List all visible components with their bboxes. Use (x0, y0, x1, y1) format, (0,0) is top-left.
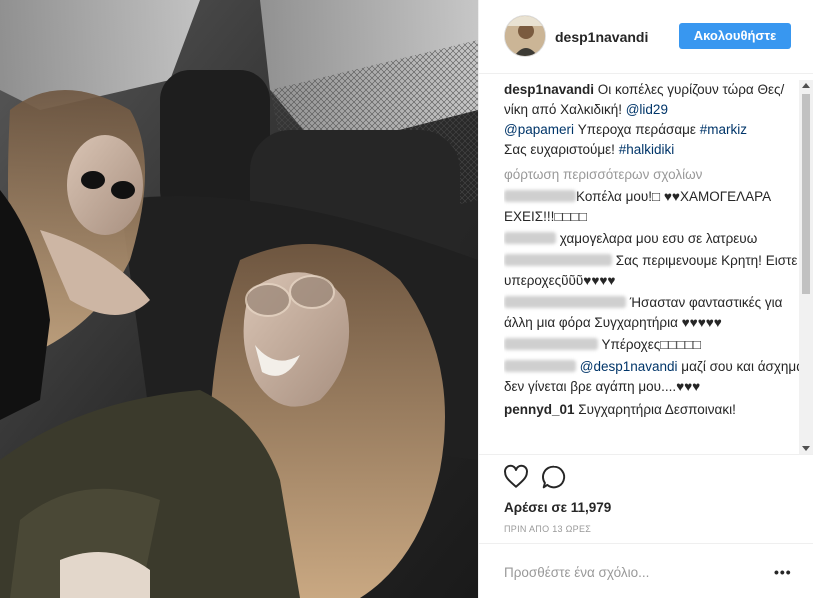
caption-username[interactable]: desp1navandi (504, 82, 594, 97)
comment-item: pennyd_01 Συγχαρητήρια Δεσποινακι! (504, 400, 804, 420)
mention-link[interactable]: @papameri (504, 122, 574, 137)
more-options-icon[interactable]: ••• (774, 563, 792, 581)
heart-icon[interactable] (503, 464, 529, 490)
comment-item: Σας περιμενουμε Κρητη! Ειστε υπεροχεςῦῦῦ… (504, 251, 804, 291)
blurred-username (504, 338, 598, 350)
blurred-username (504, 190, 576, 202)
scroll-up-arrow-icon[interactable] (802, 83, 810, 88)
comments-list[interactable]: desp1navandi Οι κοπέλες γυρίζουν τώρα Θε… (504, 80, 804, 454)
add-comment-input[interactable] (504, 557, 744, 587)
blurred-username (504, 296, 626, 308)
header-username[interactable]: desp1navandi (555, 29, 648, 45)
mention-link[interactable]: @lid29 (626, 102, 668, 117)
comment-item: Κοπέλα μου!□ ♥♥ΧΑΜΟΓΕΛΑΡΑ ΕΧΕΙΣ!!!□□□□ (504, 187, 804, 227)
comment-item: Ήσασταν φανταστικές για άλλη μια φόρα Συ… (504, 293, 804, 333)
post-photo[interactable] (0, 0, 478, 598)
blurred-username (504, 360, 576, 372)
comment-text: Υπέροχες□□□□□ (598, 337, 702, 352)
comment-item: @desp1navandi μαζί σου και άσχημα δεν γί… (504, 357, 804, 397)
blurred-username (504, 254, 612, 266)
comments-scrollbar[interactable] (799, 80, 813, 454)
likes-count[interactable]: Αρέσει σε 11,979 (504, 500, 611, 515)
scrollbar-thumb[interactable] (802, 94, 810, 294)
caption-text: Υπεροχα περάσαμε (574, 122, 700, 137)
comment-item: χαμογελαρα μου εσυ σε λατρευω (504, 229, 804, 249)
add-comment-section: ••• (479, 543, 813, 598)
comment-username[interactable]: pennyd_01 (504, 402, 575, 417)
blurred-username (504, 232, 556, 244)
mention-link[interactable]: @desp1navandi (580, 359, 678, 374)
caption: desp1navandi Οι κοπέλες γυρίζουν τώρα Θε… (504, 80, 804, 160)
follow-button[interactable]: Ακολουθήστε (679, 23, 791, 49)
post-side-panel: desp1navandi Ακολουθήστε desp1navandi Οι… (478, 0, 813, 598)
caption-text: Σας ευχαριστούμε! (504, 142, 619, 157)
comment-icon[interactable] (541, 464, 567, 490)
hashtag-link[interactable]: #markiz (700, 122, 747, 137)
post-header: desp1navandi Ακολουθήστε (479, 0, 813, 74)
hashtag-link[interactable]: #halkidiki (619, 142, 675, 157)
post-timestamp[interactable]: ΠΡΙΝ ΑΠΟ 13 ΩΡΕΣ (504, 524, 591, 534)
comment-item: Υπέροχες□□□□□ (504, 335, 804, 355)
comment-text: χαμογελαρα μου εσυ σε λατρευω (556, 231, 758, 246)
scroll-down-arrow-icon[interactable] (802, 446, 810, 451)
comment-text: Συγχαρητήρια Δεσποινακι! (574, 402, 736, 417)
avatar[interactable] (504, 15, 546, 57)
post-actions: Αρέσει σε 11,979 ΠΡΙΝ ΑΠΟ 13 ΩΡΕΣ (479, 454, 813, 539)
load-more-comments-button[interactable]: φόρτωση περισσότερων σχολίων (504, 165, 804, 185)
